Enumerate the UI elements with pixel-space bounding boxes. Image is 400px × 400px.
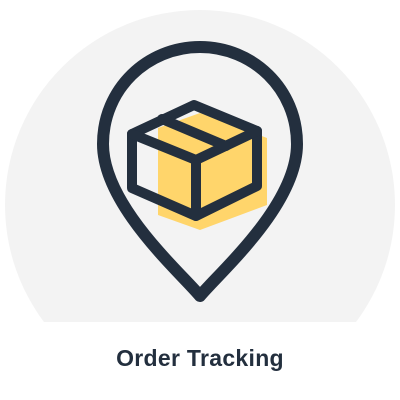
order-tracking-tile[interactable]: Order Tracking: [0, 0, 400, 400]
order-tracking-label: Order Tracking: [116, 345, 284, 371]
